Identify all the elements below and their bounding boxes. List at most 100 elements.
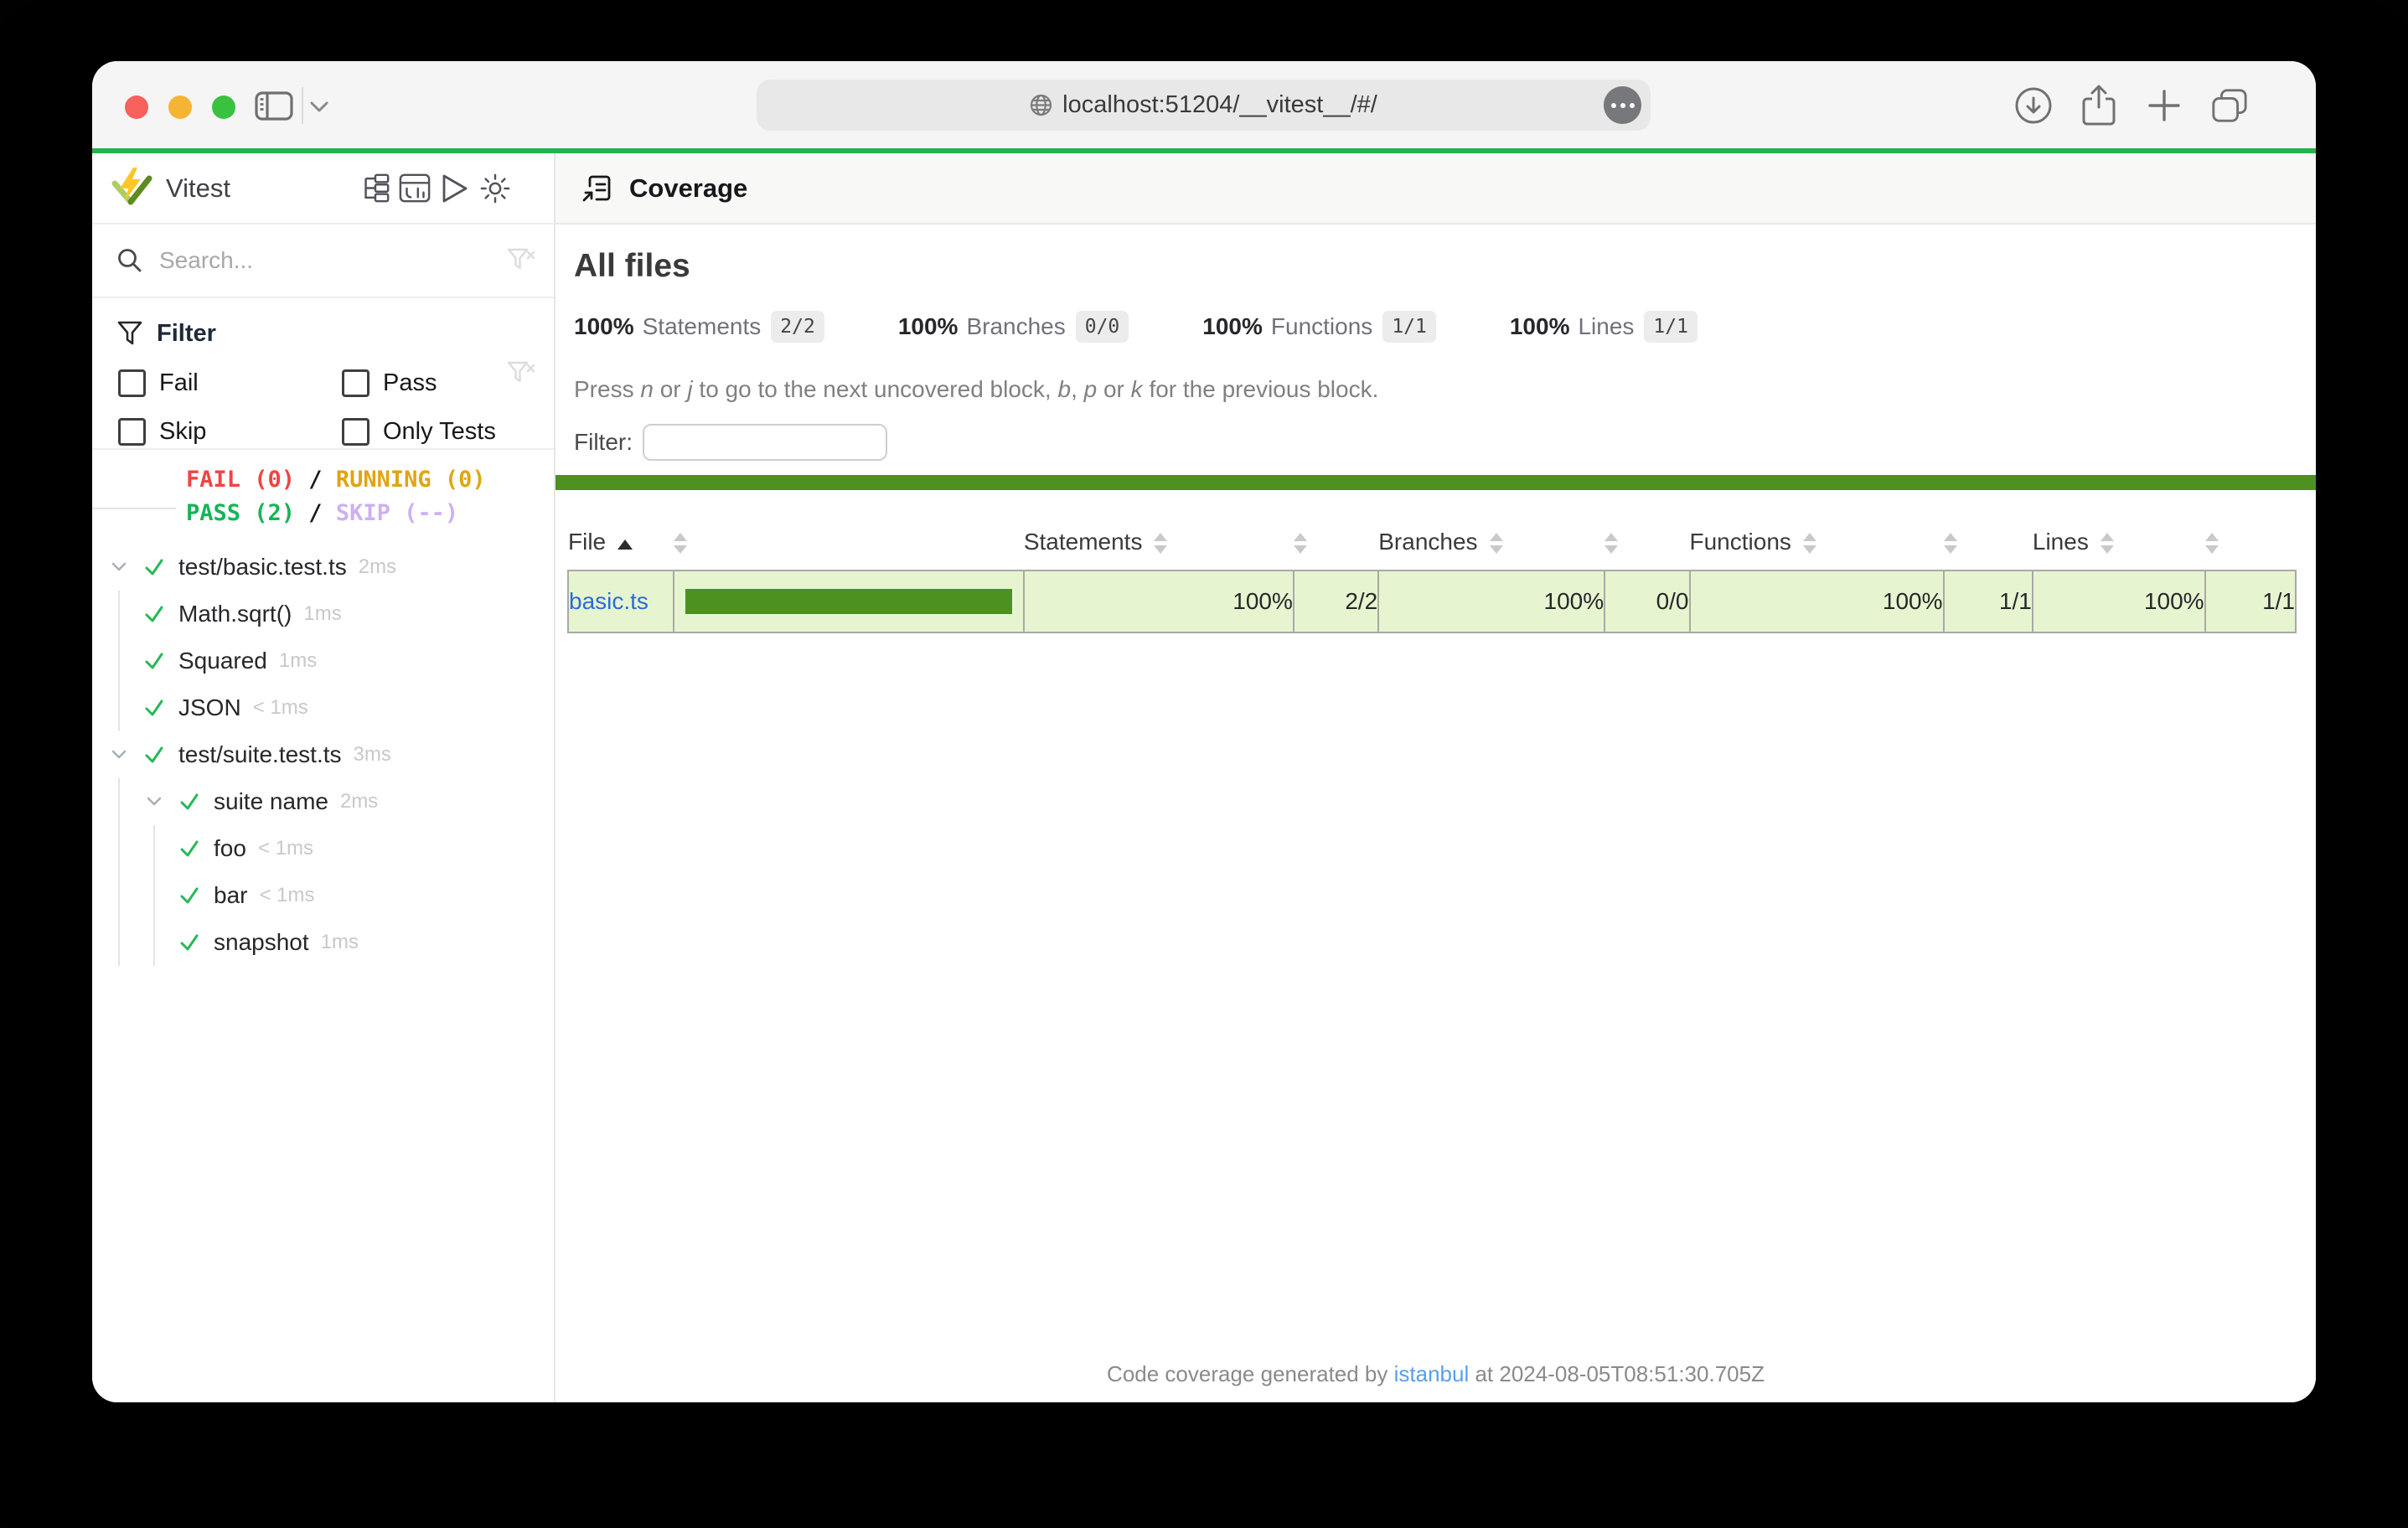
checkbox-fail[interactable]: [118, 369, 146, 397]
checkbox-skip[interactable]: [118, 418, 146, 446]
column-header-branches[interactable]: Branches: [1378, 514, 1604, 570]
sidebar-actions: [359, 153, 511, 223]
dashboard-icon[interactable]: [399, 153, 431, 223]
pass-icon: [137, 731, 172, 778]
minimize-window-button[interactable]: [168, 96, 192, 119]
pass-icon: [172, 825, 207, 872]
tree-item-suite[interactable]: suite name 2ms: [92, 778, 554, 825]
statements-pct-cell: 100%: [1024, 570, 1294, 632]
tree-view-icon[interactable]: [359, 153, 390, 223]
tree-item-test[interactable]: Squared 1ms: [92, 638, 554, 684]
address-bar[interactable]: localhost:51204/__vitest__/#/: [757, 80, 1651, 131]
column-header-branches-ratio[interactable]: [1604, 514, 1689, 570]
lines-ratio-cell: 1/1: [2205, 570, 2296, 632]
tree-item-test[interactable]: foo < 1ms: [92, 825, 554, 872]
search-row: [92, 225, 554, 298]
coverage-table: File Statements Branches Functions Lines: [567, 514, 2297, 633]
new-tab-icon[interactable]: [2145, 86, 2183, 125]
coverage-topbar: Coverage: [555, 153, 2316, 225]
tree-item-test[interactable]: Math.sqrt() 1ms: [92, 591, 554, 638]
functions-pct-cell: 100%: [1690, 570, 1944, 632]
coverage-report: All files 100% Statements 2/2 100% Branc…: [555, 225, 2316, 1402]
sidebar-toggle-icon[interactable]: [255, 91, 293, 121]
coverage-chart-cell: [674, 570, 1023, 632]
clear-filter-icon[interactable]: [507, 248, 535, 273]
share-icon[interactable]: [2080, 86, 2118, 125]
column-header-lines-ratio[interactable]: [2205, 514, 2296, 570]
pass-icon: [137, 638, 172, 684]
tree-item-test[interactable]: JSON < 1ms: [92, 684, 554, 731]
window-controls: [125, 96, 235, 119]
lines-pct-cell: 100%: [2033, 570, 2205, 632]
tree-guide: [101, 638, 137, 684]
column-header-statements[interactable]: Statements: [1024, 514, 1294, 570]
sorter-icon: [1154, 533, 1167, 554]
column-header-file[interactable]: File: [568, 514, 674, 570]
file-link[interactable]: basic.ts: [569, 588, 649, 614]
sorter-icon: [1294, 533, 1307, 554]
tree-guide: [101, 778, 137, 825]
pass-icon: [137, 544, 172, 591]
column-header-chart[interactable]: [674, 514, 1023, 570]
checkbox-only-tests[interactable]: [342, 418, 369, 446]
zoom-window-button[interactable]: [212, 96, 235, 119]
downloads-icon[interactable]: [2014, 86, 2053, 125]
file-cell: basic.ts: [568, 570, 674, 632]
stat-statements: 100% Statements 2/2: [574, 311, 824, 343]
page-menu-icon[interactable]: [1604, 86, 1641, 124]
tree-item-file[interactable]: test/basic.test.ts 2ms: [92, 544, 554, 591]
tab-overview-icon[interactable]: [2210, 86, 2249, 125]
tree-item-file[interactable]: test/suite.test.ts 3ms: [92, 731, 554, 778]
file-filter-input[interactable]: [643, 424, 887, 461]
expand-icon[interactable]: [101, 544, 137, 591]
coverage-stats: 100% Statements 2/2 100% Branches 0/0 10…: [574, 308, 1697, 345]
branches-ratio-cell: 0/0: [1604, 570, 1689, 632]
test-explorer-tree: test/basic.test.ts 2ms Math.sqrt() 1ms: [92, 544, 554, 1402]
expand-icon[interactable]: [137, 778, 172, 825]
sidebar: Vitest: [92, 153, 555, 1402]
search-input[interactable]: [158, 246, 479, 275]
browser-window: localhost:51204/__vitest__/#/: [92, 61, 2316, 1402]
coverage-summary-bar: [555, 475, 2316, 490]
tree-guide: [101, 919, 137, 966]
tab-chevron-icon[interactable]: [310, 101, 328, 112]
toolbar-divider: [302, 87, 303, 124]
sidebar-header: Vitest: [92, 153, 554, 225]
toolbar-actions: [2014, 86, 2249, 125]
column-header-functions-ratio[interactable]: [1944, 514, 2033, 570]
close-window-button[interactable]: [125, 96, 148, 119]
tree-guide: [137, 825, 172, 872]
stat-ratio-badge: 2/2: [771, 311, 824, 343]
sorter-icon: [1490, 533, 1503, 554]
stat-ratio-badge: 1/1: [1382, 311, 1436, 343]
statements-ratio-cell: 2/2: [1294, 570, 1378, 632]
istanbul-link[interactable]: istanbul: [1394, 1361, 1470, 1386]
sort-asc-icon: [618, 539, 633, 550]
stat-ratio-badge: 0/0: [1076, 311, 1129, 343]
tree-guide: [101, 591, 137, 638]
table-header-row: File Statements Branches Functions Lines: [568, 514, 2296, 570]
sorter-icon: [1803, 533, 1816, 554]
summary-line-1: FAIL (0) / RUNNING (0): [186, 463, 554, 497]
file-filter-row: Filter:: [574, 423, 887, 462]
column-header-functions[interactable]: Functions: [1690, 514, 1944, 570]
tree-item-test[interactable]: bar < 1ms: [92, 872, 554, 919]
column-header-statements-ratio[interactable]: [1294, 514, 1378, 570]
pass-icon: [172, 919, 207, 966]
test-summary: FAIL (0) / RUNNING (0) PASS (2) / SKIP (…: [92, 450, 554, 547]
tree-item-test[interactable]: snapshot 1ms: [92, 919, 554, 966]
screenshot-stage: localhost:51204/__vitest__/#/: [0, 0, 2408, 1528]
theme-icon[interactable]: [479, 153, 511, 223]
column-header-lines[interactable]: Lines: [2033, 514, 2205, 570]
run-all-icon[interactable]: [439, 153, 471, 223]
pass-icon: [172, 778, 207, 825]
expand-icon[interactable]: [101, 731, 137, 778]
stat-ratio-badge: 1/1: [1644, 311, 1697, 343]
checkbox-pass[interactable]: [342, 369, 369, 397]
clear-filter-icon[interactable]: [507, 361, 535, 386]
tree-guide: [101, 825, 137, 872]
stat-functions: 100% Functions 1/1: [1202, 311, 1436, 343]
browser-toolbar: localhost:51204/__vitest__/#/: [92, 61, 2316, 148]
stat-branches: 100% Branches 0/0: [898, 311, 1129, 343]
filter-icon: [116, 320, 143, 347]
